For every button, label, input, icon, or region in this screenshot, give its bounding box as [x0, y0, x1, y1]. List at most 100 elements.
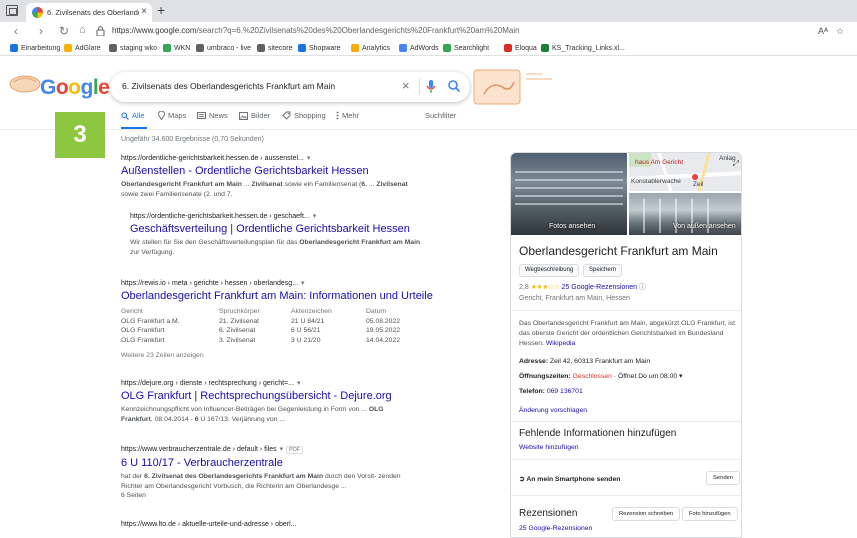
new-tab-button[interactable]: + [157, 2, 165, 18]
panel-divider [511, 459, 741, 460]
snippet-bold: 6. Zivilsenat des Oberlandesgerichts Fra… [144, 473, 324, 480]
logo-letter: g [80, 76, 94, 99]
search-box[interactable]: 6. Zivilsenats des Oberlandesgerichts Fr… [110, 72, 470, 102]
doodle-share-illustration-icon[interactable] [468, 66, 560, 108]
home-icon[interactable]: ⌂ [79, 24, 86, 36]
back-icon[interactable]: ‹ [14, 24, 18, 38]
result-url[interactable]: https://www.lto.de › aktuelle-urteile-un… [121, 521, 296, 528]
result-title[interactable]: Oberlandesgericht Frankfurt am Main: Inf… [121, 290, 433, 302]
result-snippet: hat der 6. Zivilsenat des Oberlandesgeri… [121, 472, 401, 501]
snippet-text: , 08.04.2014 - [150, 415, 195, 423]
info-icon[interactable]: ⓘ [639, 284, 646, 291]
tab-close-icon[interactable]: × [141, 6, 147, 17]
address-row: Adresse: Zeil 42, 60313 Frankfurt am Mai… [519, 358, 650, 365]
tab-label: News [209, 111, 228, 120]
reload-icon[interactable]: ↻ [59, 24, 69, 38]
bookmark-item[interactable]: umbraco - live [196, 44, 251, 52]
google-logo[interactable]: Google [40, 76, 110, 100]
result-title[interactable]: Außenstellen - Ordentliche Gerichtsbarke… [121, 165, 408, 177]
clear-search-icon[interactable]: × [402, 78, 410, 93]
photos-caption[interactable]: Fotos ansehen [549, 223, 595, 230]
search-result: https://dejure.org › dienste › rechtspre… [121, 379, 392, 424]
tab-actions-icon[interactable] [6, 5, 18, 16]
tab-images[interactable]: Bilder [239, 111, 270, 120]
more-options-icon[interactable]: ▾ [307, 155, 311, 162]
reviews-link[interactable]: 25 Google-Rezensionen [562, 284, 638, 291]
more-options-icon[interactable]: ▾ [297, 380, 301, 387]
tab-label: Alle [132, 111, 145, 120]
address-value[interactable]: Zeil 42, 60313 Frankfurt am Main [548, 358, 650, 365]
bookmark-favicon-icon [399, 44, 407, 52]
search-icon[interactable] [447, 79, 461, 93]
snippet-text: U 167/13: Verjährung von ... [198, 415, 285, 423]
more-options-icon[interactable]: ▾ [280, 446, 284, 453]
bookmark-item[interactable]: sitecore [257, 44, 293, 52]
save-button[interactable]: Speichern [583, 264, 623, 277]
read-aloud-icon[interactable]: Aᴬ [818, 26, 828, 36]
result-title[interactable]: 6 U 110/17 - Verbraucherzentrale [121, 457, 401, 469]
bookmark-item[interactable]: AdGlare [64, 44, 101, 52]
microphone-icon[interactable] [426, 79, 436, 95]
result-url[interactable]: https://ordentliche-gerichtsbarkeit.hess… [121, 154, 408, 162]
wikipedia-link[interactable]: Wikipedia [546, 340, 575, 347]
reviews-count-link[interactable]: 25 Google-Rezensionen [519, 525, 592, 532]
bookmark-item[interactable]: Einarbeitung [10, 44, 60, 52]
bookmark-item[interactable]: Analytics [351, 44, 390, 52]
bookmark-favicon-icon [109, 44, 117, 52]
more-vert-icon [336, 111, 339, 120]
bookmark-favicon-icon [541, 44, 549, 52]
address-bar[interactable]: https://www.google.com/search?q=6.%20Ziv… [112, 26, 520, 35]
address-label: Adresse: [519, 358, 549, 365]
suggest-edit-link[interactable]: Änderung vorschlagen [519, 407, 587, 414]
send-button[interactable]: Senden [706, 471, 740, 485]
search-input[interactable]: 6. Zivilsenats des Oberlandesgerichts Fr… [122, 81, 335, 91]
tab-maps[interactable]: Maps [158, 111, 186, 120]
tab-shopping[interactable]: Shopping [282, 111, 326, 120]
photo-detail [515, 203, 623, 205]
tab-all[interactable]: Alle [121, 111, 145, 120]
show-more-rows-link[interactable]: Weitere 23 Zeilen anzeigen [121, 352, 204, 359]
bookmark-item[interactable]: WKN [163, 44, 190, 52]
result-title[interactable]: Geschäftsverteilung | Ordentliche Gerich… [130, 223, 420, 235]
photo-building[interactable]: Fotos ansehen [511, 153, 627, 235]
street-view-caption[interactable]: Von außen ansehen [673, 223, 736, 230]
add-photo-button[interactable]: Foto hinzufügen [682, 507, 738, 521]
doodle-illustration-icon [9, 75, 41, 93]
add-website-link[interactable]: Website hinzufügen [519, 444, 579, 451]
logo-letter: e [98, 76, 110, 99]
phone-link[interactable]: 069 136701 [545, 388, 583, 395]
tab-label: Maps [168, 111, 187, 120]
result-url[interactable]: https://ordentliche-gerichtsbarkeit.hess… [130, 212, 420, 220]
phone-label: Telefon: [519, 388, 545, 395]
search-result: https://rewis.io › meta › gerichte › hes… [121, 279, 433, 302]
tab-more[interactable]: Mehr [336, 111, 359, 120]
result-url[interactable]: https://www.verbraucherzentrale.de › def… [121, 445, 401, 454]
bookmark-item[interactable]: KS_Tracking_Links.xl... [541, 44, 625, 52]
bookmark-item[interactable]: AdWords [399, 44, 439, 52]
tab-label: Shopping [294, 111, 326, 120]
street-view-thumbnail[interactable]: Von außen ansehen [629, 193, 741, 235]
expand-map-icon[interactable]: ⤢ [733, 159, 739, 169]
bookmark-item[interactable]: staging wko [109, 44, 157, 52]
tab-news[interactable]: News [197, 111, 228, 120]
bookmark-item[interactable]: Eloqua [504, 44, 537, 52]
more-options-icon[interactable]: ▾ [313, 213, 317, 220]
search-result: https://www.lto.de › aktuelle-urteile-un… [121, 521, 296, 528]
forward-icon[interactable]: › [39, 24, 43, 38]
hours-row[interactable]: Öffnungszeiten: Geschlossen · Öffnet Do … [519, 372, 682, 380]
result-url[interactable]: https://dejure.org › dienste › rechtspre… [121, 379, 392, 387]
directions-button[interactable]: Wegbeschreibung [519, 264, 580, 277]
favorites-star-icon[interactable]: ☆ [836, 26, 844, 37]
result-title[interactable]: OLG Frankfurt | Rechtsprechungsübersicht… [121, 390, 392, 402]
lock-icon[interactable] [96, 26, 105, 36]
table-header-cell: Aktenzeichen [291, 308, 332, 315]
bookmark-item[interactable]: Shopware [298, 44, 341, 52]
map-thumbnail[interactable]: haus Am Gericht Konstablerwache Zeil Anl… [629, 153, 741, 191]
browser-tab[interactable]: 6. Zivilsenats des Oberlandesger × [26, 3, 152, 22]
write-review-button[interactable]: Rezension schreiben [612, 507, 681, 521]
more-options-icon[interactable]: ▾ [301, 280, 305, 287]
tools-button[interactable]: Suchfilter [425, 111, 456, 120]
bookmark-item[interactable]: Searchlight [443, 44, 489, 52]
result-url[interactable]: https://rewis.io › meta › gerichte › hes… [121, 279, 433, 287]
rating-stars-icon: ★★★☆☆ [530, 284, 560, 291]
